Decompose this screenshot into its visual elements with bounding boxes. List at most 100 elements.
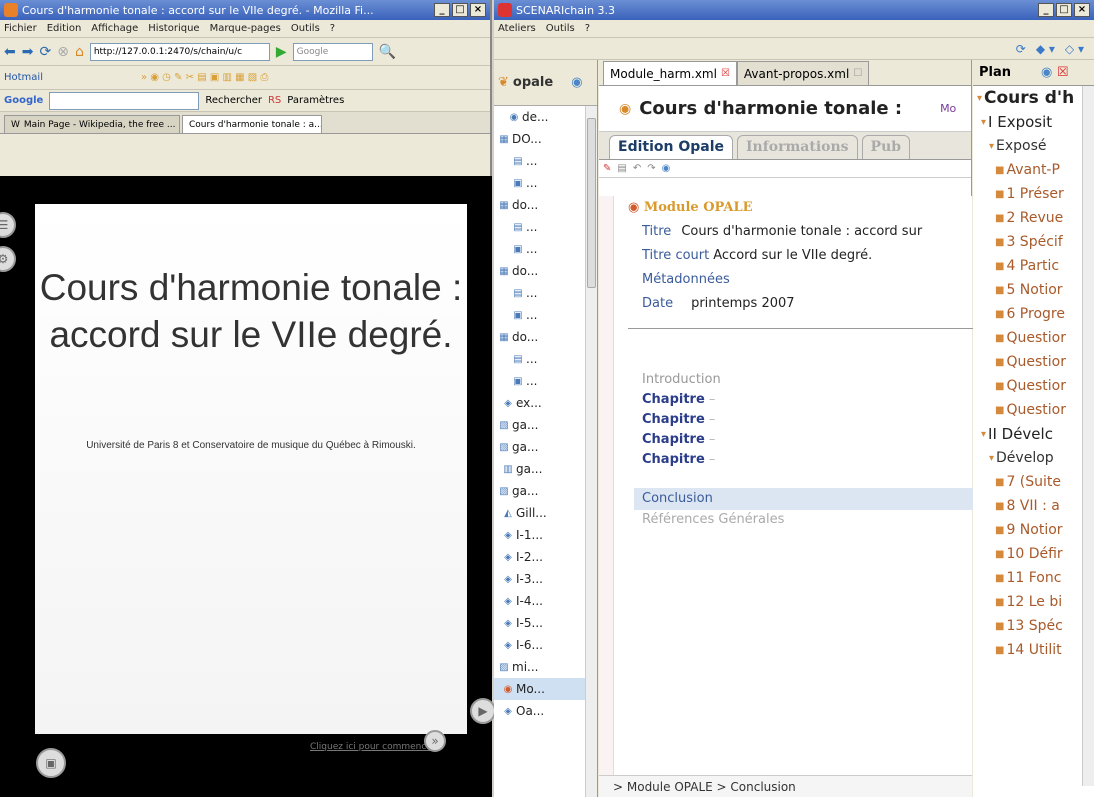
redo-icon[interactable]: ↷ [647, 163, 655, 174]
rs-button[interactable]: RS [268, 95, 281, 106]
search-box[interactable]: Google [292, 42, 373, 61]
tab-edition-opale[interactable]: Edition Opale [609, 135, 733, 159]
plan-item[interactable]: ■ 3 Spécif [973, 230, 1094, 254]
url-bar[interactable]: http://127.0.0.1:2470/s/chain/u/c [89, 42, 270, 61]
plan-item[interactable]: ■ Questior [973, 350, 1094, 374]
plan-options-icon[interactable]: ◉ ☒ [1041, 65, 1069, 80]
menu-ateliers[interactable]: Ateliers [498, 23, 536, 34]
field-metadonnees[interactable]: Métadonnées [642, 272, 740, 287]
menu-historique[interactable]: Historique [148, 23, 199, 34]
field-value[interactable]: Cours d'harmonie tonale : accord sur [681, 224, 922, 239]
tab-module-harm[interactable]: Module_harm.xml ☒ [603, 61, 737, 85]
close-button[interactable]: × [470, 3, 486, 17]
field-date[interactable]: Date printemps 2007 [642, 296, 795, 311]
plan-item[interactable]: ▾ Exposé [973, 134, 1094, 158]
tree-item[interactable]: ◈ I-6... [494, 634, 597, 656]
field-value[interactable]: Accord sur le VIIe degré. [713, 248, 872, 263]
menu-fichier[interactable]: Fichier [4, 23, 37, 34]
plan-item[interactable]: ■ Questior [973, 374, 1094, 398]
go-icon[interactable]: ▶ [276, 44, 287, 60]
conclusion-row[interactable]: Conclusion [634, 488, 973, 510]
plan-item[interactable]: ■ 8 VII : a [973, 494, 1094, 518]
tree-item[interactable]: ▧ ga... [494, 480, 597, 502]
tree-item[interactable]: ◉ de... [494, 106, 597, 128]
maximize-button[interactable]: □ [1056, 3, 1072, 17]
forward-arrow-icon[interactable]: ➡ [22, 44, 34, 60]
plan-item[interactable]: ■ 6 Progre [973, 302, 1094, 326]
start-round-icon[interactable]: » [424, 730, 446, 752]
tree-item[interactable]: ▦ do... [494, 326, 597, 348]
tab-publication[interactable]: Pub [861, 135, 911, 159]
field-titre-court[interactable]: Titre court Accord sur le VIIe degré. [642, 248, 872, 263]
tree-item[interactable]: ◈ I-1... [494, 524, 597, 546]
edit-icon[interactable]: ✎ [603, 163, 611, 174]
plan-item[interactable]: ▾ I Exposit [973, 110, 1094, 134]
tree-item[interactable]: ▣... [494, 370, 597, 392]
plan-item[interactable]: ■ Avant-P [973, 158, 1094, 182]
menu-round-icon[interactable]: ☰ [0, 212, 16, 238]
tree-item[interactable]: ▣... [494, 238, 597, 260]
field-value[interactable]: printemps 2007 [691, 296, 794, 311]
plan-item[interactable]: ■ 13 Spéc [973, 614, 1094, 638]
section-introduction[interactable]: Introduction [642, 372, 721, 387]
minimize-button[interactable]: _ [1038, 3, 1054, 17]
start-link[interactable]: Cliquez ici pour commencer [310, 742, 436, 752]
google-search-field[interactable] [49, 91, 200, 110]
section-references[interactable]: Références Générales [642, 512, 784, 527]
tree-item[interactable]: ▤... [494, 150, 597, 172]
tree-item[interactable]: ▣... [494, 172, 597, 194]
plan-item[interactable]: ■ 11 Fonc [973, 566, 1094, 590]
plan-scrollbar[interactable] [1082, 86, 1094, 786]
tree-item[interactable]: ▧ ga... [494, 436, 597, 458]
tree-item[interactable]: ◉ Mo... [494, 678, 597, 700]
tree-item[interactable]: ◈ I-3... [494, 568, 597, 590]
menu-outils[interactable]: Outils [291, 23, 320, 34]
breadcrumb[interactable]: > Module OPALE > Conclusion [599, 775, 972, 797]
refresh-icon[interactable]: ⟳ [1016, 42, 1026, 56]
close-tab-icon[interactable]: ☐ [853, 68, 862, 79]
back-arrow-icon[interactable]: ⬅ [4, 44, 16, 60]
plan-item[interactable]: ■ 12 Le bi [973, 590, 1094, 614]
settings-round-icon[interactable]: ⚙ [0, 246, 16, 272]
bookmark-hotmail[interactable]: Hotmail [4, 72, 43, 83]
google-search-button[interactable]: Rechercher [205, 95, 262, 106]
tree-item[interactable]: ▤... [494, 348, 597, 370]
tree-options-icon[interactable]: ◉ [571, 75, 582, 90]
menu-help[interactable]: ? [585, 23, 590, 34]
info-icon[interactable]: ◉ [662, 163, 671, 174]
plan-item[interactable]: ■ 14 Utilit [973, 638, 1094, 662]
nav-back-icon[interactable]: ◆ ▾ [1036, 42, 1055, 56]
search-icon[interactable]: 🔍 [379, 44, 396, 60]
plan-item[interactable]: ▾ Cours d'h [973, 86, 1094, 110]
plan-item[interactable]: ■ 2 Revue [973, 206, 1094, 230]
plan-item[interactable]: ■ 5 Notior [973, 278, 1094, 302]
tree-item[interactable]: ◈ ex... [494, 392, 597, 414]
tree-item[interactable]: ▤... [494, 216, 597, 238]
tree-item[interactable]: ▧ ga... [494, 414, 597, 436]
tree-item[interactable]: ◈ Oa... [494, 700, 597, 722]
nav-forward-icon[interactable]: ◇ ▾ [1065, 42, 1084, 56]
tab-cours[interactable]: Cours d'harmonie tonale : a... ✖ [182, 115, 322, 133]
undo-icon[interactable]: ↶ [633, 163, 641, 174]
plan-item[interactable]: ■ 4 Partic [973, 254, 1094, 278]
close-button[interactable]: × [1074, 3, 1090, 17]
tree-item[interactable]: ▤... [494, 282, 597, 304]
tree-item[interactable]: ◭ Gill... [494, 502, 597, 524]
field-titre[interactable]: Titre Cours d'harmonie tonale : accord su… [642, 224, 922, 239]
maximize-button[interactable]: □ [452, 3, 468, 17]
plan-item[interactable]: ▾ II Dévelc [973, 422, 1094, 446]
tree-item[interactable]: ▣... [494, 304, 597, 326]
menu-edition[interactable]: Edition [47, 23, 82, 34]
tab-wikipedia[interactable]: W Main Page - Wikipedia, the free ... [4, 115, 180, 133]
chapitre-2[interactable]: Chapitre [642, 412, 715, 427]
menu-help[interactable]: ? [330, 23, 335, 34]
minimize-button[interactable]: _ [434, 3, 450, 17]
home-icon[interactable]: ⌂ [75, 44, 84, 60]
menu-outils[interactable]: Outils [546, 23, 575, 34]
plan-item[interactable]: ▾ Dévelop [973, 446, 1094, 470]
plan-item[interactable]: ■ Questior [973, 326, 1094, 350]
tree-item[interactable]: ▦ DO... [494, 128, 597, 150]
plan-item[interactable]: ■ Questior [973, 398, 1094, 422]
chapitre-1[interactable]: Chapitre [642, 392, 715, 407]
tab-avant-propos[interactable]: Avant-propos.xml ☐ [736, 61, 870, 85]
